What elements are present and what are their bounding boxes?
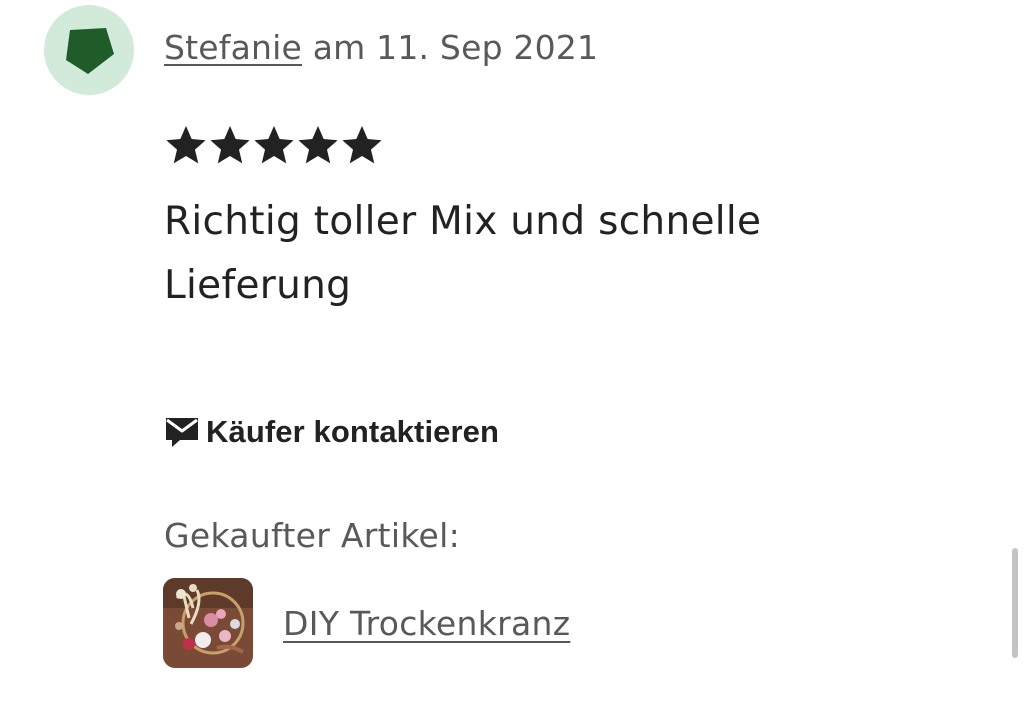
star-icon [342,125,382,164]
star-rating [164,122,384,170]
star-icon [210,125,250,164]
message-envelope-icon [166,418,198,447]
item-thumbnail[interactable] [163,578,253,668]
purchased-item-label: Gekaufter Artikel: [164,516,461,555]
review-date: am 11. Sep 2021 [302,28,599,67]
scrollbar[interactable] [1012,548,1018,658]
star-icon [254,125,294,164]
review-card: Stefanie am 11. Sep 2021 Richtig toller … [0,0,1024,709]
contact-buyer-label: Käufer kontaktieren [206,414,500,449]
review-meta: Stefanie am 11. Sep 2021 [164,28,598,67]
star-icon [166,125,206,164]
item-title-link[interactable]: DIY Trockenkranz [283,604,570,643]
reviewer-avatar[interactable] [44,5,134,95]
star-icon [298,125,338,164]
reviewer-name-link[interactable]: Stefanie [164,28,302,67]
review-text: Richtig toller Mix und schnelle Lieferun… [164,199,762,308]
purchased-item[interactable]: DIY Trockenkranz [163,578,570,668]
contact-buyer-button[interactable]: Käufer kontaktieren [164,414,499,450]
green-pentagon-avatar-icon [66,28,114,74]
